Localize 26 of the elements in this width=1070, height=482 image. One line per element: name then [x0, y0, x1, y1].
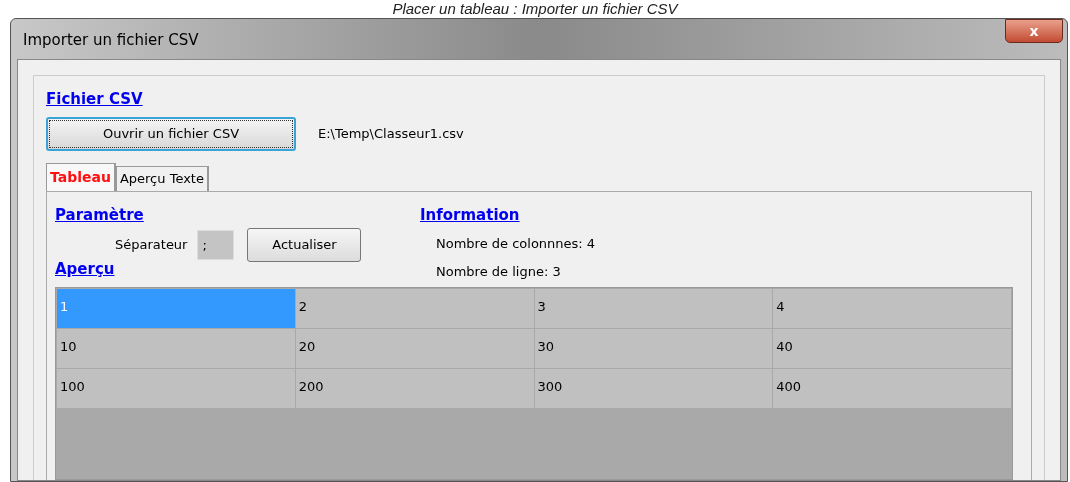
window-title: Importer un fichier CSV	[23, 30, 199, 51]
grid-cell[interactable]: 30	[534, 329, 773, 368]
tab[interactable]: Tableau	[46, 162, 116, 191]
grid-cell[interactable]: 4	[773, 289, 1011, 328]
grid-cell[interactable]: 300	[534, 369, 773, 408]
grid-cell[interactable]: 200	[295, 369, 534, 408]
row-count: Nombre de ligne: 3	[436, 262, 562, 281]
section-heading: Information	[420, 204, 521, 226]
grid-cell[interactable]: 10	[57, 329, 295, 368]
section-heading: Fichier CSV	[46, 89, 144, 110]
grid-cell[interactable]: 400	[773, 369, 1011, 408]
grid-cell[interactable]: 40	[773, 329, 1011, 368]
section-heading: Aperçu	[55, 259, 116, 280]
separator-label: Séparateur	[115, 236, 188, 255]
separator-field[interactable]: ;	[197, 230, 235, 260]
section-heading: Paramètre	[55, 204, 145, 226]
grid-cell[interactable]: 3	[534, 289, 773, 328]
open-file-button[interactable]: Ouvrir un fichier CSV	[46, 116, 296, 151]
grid-cell[interactable]: 2	[295, 289, 534, 328]
caption: Placer un tableau : Importer un fichier CSV	[392, 0, 678, 18]
column-count: Nombre de colonnnes: 4	[436, 235, 596, 253]
grid-cell[interactable]: 20	[295, 329, 534, 368]
file-path: E:\Temp\Classeur1.csv	[318, 124, 464, 143]
refresh-button[interactable]: Actualiser	[247, 228, 362, 262]
tab[interactable]: Aperçu Texte	[115, 165, 209, 191]
grid-cell[interactable]: 100	[57, 369, 295, 408]
